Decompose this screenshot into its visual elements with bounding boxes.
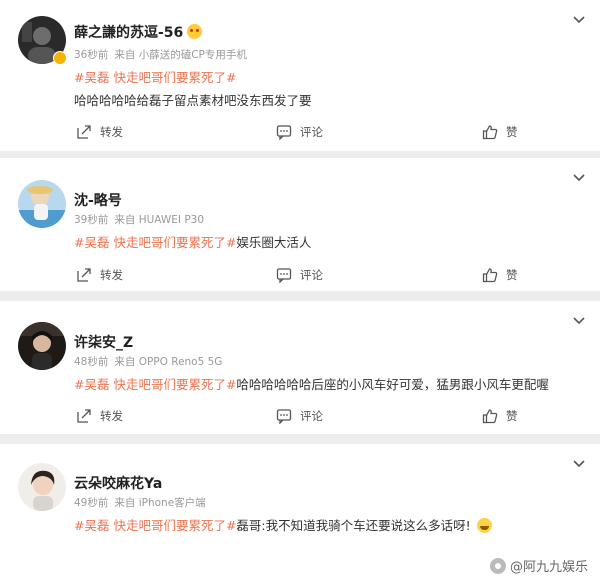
avatar[interactable] bbox=[18, 180, 66, 228]
post-meta: 49秒前 来自 iPhone客户端 bbox=[74, 495, 212, 510]
thumbs-up-icon bbox=[482, 125, 498, 140]
chevron-down-icon[interactable] bbox=[572, 12, 586, 26]
comment-text: #吴磊 快走吧哥们要累死了#哈哈哈哈哈哈后座的小风车好可爱，猛男跟小风车更配喔 bbox=[74, 374, 549, 393]
comment-button[interactable]: 评论 bbox=[276, 405, 323, 427]
repost-button[interactable]: 转发 bbox=[76, 264, 123, 286]
post-source[interactable]: 来自 iPhone客户端 bbox=[114, 497, 205, 509]
like-label: 赞 bbox=[506, 268, 518, 282]
weibo-logo-icon bbox=[489, 557, 506, 574]
like-label: 赞 bbox=[506, 125, 518, 139]
comment-body: 哈哈哈哈哈哈后座的小风车好可爱，猛男跟小风车更配喔 bbox=[236, 377, 549, 392]
comment-body: 娱乐圈大活人 bbox=[236, 235, 312, 250]
repost-button[interactable]: 转发 bbox=[76, 405, 123, 427]
post-time: 36秒前 bbox=[74, 49, 109, 61]
thumbs-up-icon bbox=[482, 409, 498, 424]
like-button[interactable]: 赞 bbox=[482, 121, 518, 143]
watermark: @阿九九娱乐 bbox=[489, 556, 588, 575]
topic-link[interactable]: #吴磊 快走吧哥们要累死了# bbox=[74, 377, 236, 392]
comment-card: 沈-略号 39秒前 来自 HUAWEI P30 #吴磊 快走吧哥们要累死了#娱乐圈… bbox=[0, 158, 600, 291]
watermark-text: @阿九九娱乐 bbox=[509, 560, 588, 575]
post-time: 48秒前 bbox=[74, 356, 109, 368]
user-name[interactable]: 云朵咬麻花Ya bbox=[74, 473, 162, 493]
comment-text: #吴磊 快走吧哥们要累死了# bbox=[74, 67, 236, 86]
comment-icon bbox=[276, 409, 292, 424]
verified-badge bbox=[53, 51, 67, 65]
comment-button[interactable]: 评论 bbox=[276, 264, 323, 286]
post-time: 39秒前 bbox=[74, 214, 109, 226]
comment-label: 评论 bbox=[300, 409, 323, 423]
comment-icon bbox=[276, 125, 292, 140]
post-meta: 36秒前 来自 小薛送的磕CP专用手机 bbox=[74, 47, 253, 62]
post-source[interactable]: 来自 HUAWEI P30 bbox=[114, 214, 204, 226]
repost-label: 转发 bbox=[100, 409, 123, 423]
repost-icon bbox=[77, 268, 91, 282]
topic-link[interactable]: #吴磊 快走吧哥们要累死了# bbox=[74, 70, 236, 85]
comment-text-line: 哈哈哈哈哈给磊子留点素材吧没东西发了要 bbox=[74, 90, 312, 109]
post-source[interactable]: 来自 OPPO Reno5 5G bbox=[114, 356, 222, 368]
chevron-down-icon[interactable] bbox=[572, 313, 586, 327]
post-time: 49秒前 bbox=[74, 497, 109, 509]
comment-text: #吴磊 快走吧哥们要累死了#磊哥:我不知道我骑个车还要说这么多话呀! bbox=[74, 515, 492, 534]
comment-label: 评论 bbox=[300, 125, 323, 139]
action-bar: 转发 评论 赞 bbox=[0, 405, 600, 427]
repost-button[interactable]: 转发 bbox=[76, 121, 123, 143]
post-meta: 48秒前 来自 OPPO Reno5 5G bbox=[74, 354, 228, 369]
repost-label: 转发 bbox=[100, 125, 123, 139]
comment-card: 许柒安_Z 48秒前 来自 OPPO Reno5 5G #吴磊 快走吧哥们要累死了… bbox=[0, 301, 600, 434]
comment-text: #吴磊 快走吧哥们要累死了#娱乐圈大活人 bbox=[74, 232, 311, 251]
repost-icon bbox=[77, 125, 91, 139]
avatar[interactable] bbox=[18, 463, 66, 511]
avatar[interactable] bbox=[18, 322, 66, 370]
like-button[interactable]: 赞 bbox=[482, 405, 518, 427]
comment-card: 薛之謙的苏逗-56 36秒前 来自 小薛送的磕CP专用手机 #吴磊 快走吧哥们要累… bbox=[0, 0, 600, 151]
chevron-down-icon[interactable] bbox=[572, 456, 586, 470]
emoji-icon bbox=[187, 24, 203, 39]
comment-body: 哈哈哈哈哈给磊子留点素材吧没东西发了要 bbox=[74, 93, 312, 108]
user-name[interactable]: 薛之謙的苏逗-56 bbox=[74, 22, 203, 42]
user-name-text[interactable]: 薛之謙的苏逗-56 bbox=[74, 25, 183, 41]
chevron-down-icon[interactable] bbox=[572, 170, 586, 184]
comment-icon bbox=[276, 268, 292, 283]
comment-button[interactable]: 评论 bbox=[276, 121, 323, 143]
weibo-comment-feed: 薛之謙的苏逗-56 36秒前 来自 小薛送的磕CP专用手机 #吴磊 快走吧哥们要累… bbox=[0, 0, 600, 581]
post-meta: 39秒前 来自 HUAWEI P30 bbox=[74, 212, 210, 227]
action-bar: 转发 评论 赞 bbox=[0, 264, 600, 286]
user-name[interactable]: 沈-略号 bbox=[74, 190, 122, 210]
topic-link[interactable]: #吴磊 快走吧哥们要累死了# bbox=[74, 518, 236, 533]
topic-link[interactable]: #吴磊 快走吧哥们要累死了# bbox=[74, 235, 236, 250]
laughing-emoji-icon bbox=[476, 518, 492, 533]
user-name[interactable]: 许柒安_Z bbox=[74, 332, 133, 352]
comment-label: 评论 bbox=[300, 268, 323, 282]
repost-icon bbox=[77, 409, 91, 423]
post-source[interactable]: 来自 小薛送的磕CP专用手机 bbox=[114, 49, 247, 61]
repost-label: 转发 bbox=[100, 268, 123, 282]
action-bar: 转发 评论 赞 bbox=[0, 121, 600, 143]
thumbs-up-icon bbox=[482, 268, 498, 283]
comment-body: 磊哥:我不知道我骑个车还要说这么多话呀! bbox=[236, 518, 471, 533]
like-label: 赞 bbox=[506, 409, 518, 423]
like-button[interactable]: 赞 bbox=[482, 264, 518, 286]
